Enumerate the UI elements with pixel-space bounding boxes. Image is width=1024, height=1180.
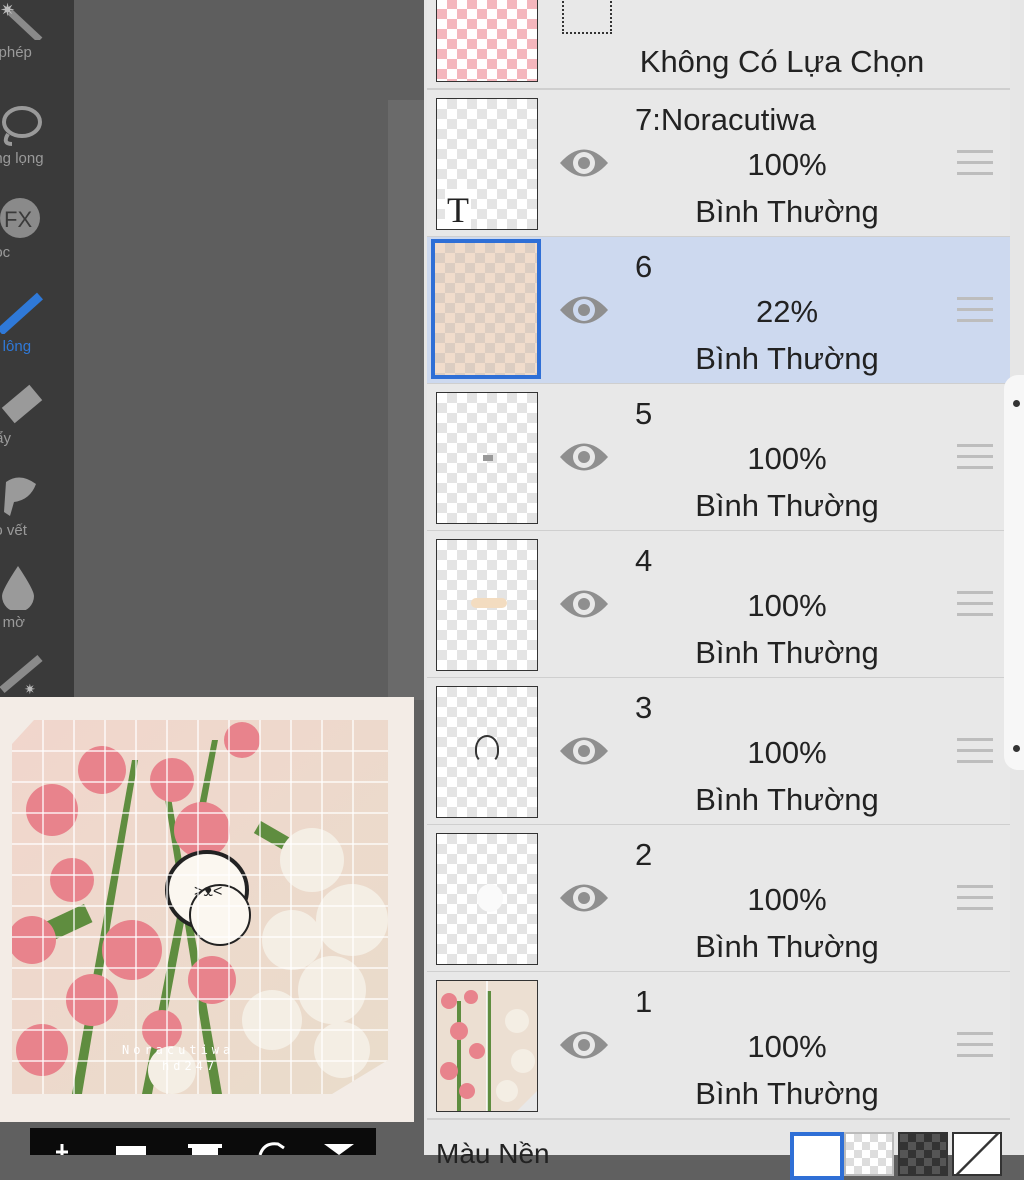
drag-handle-icon[interactable] <box>957 591 993 621</box>
layer-blend-mode: Bình Thường <box>695 194 879 229</box>
layer-name: 7:Noracutiwa <box>635 102 816 137</box>
text-layer-icon: T <box>445 189 471 230</box>
layer-thumbnail <box>436 833 538 965</box>
visibility-eye-icon[interactable] <box>558 581 610 627</box>
flower-artwork: >ᴥ< Noracutiwa hd247 <box>12 720 388 1094</box>
layer-name: 2 <box>635 837 653 872</box>
layer-blend-mode: Bình Thường <box>695 488 879 523</box>
tool-sidebar: ✷ a phép ong lọng FX Lọc út lông Tẩy ao … <box>0 0 74 700</box>
layer-blend-mode: Bình Thường <box>695 929 879 964</box>
layer-row-2[interactable]: 2 100% Bình Thường <box>427 825 1010 973</box>
visibility-eye-icon[interactable] <box>558 434 610 480</box>
layer-thumbnail <box>436 539 538 671</box>
layer-thumbnail <box>436 686 538 818</box>
tool-filter[interactable]: FX Lọc <box>0 186 74 278</box>
selection-row[interactable]: Không Có Lựa Chọn <box>427 0 1010 90</box>
drag-handle-icon[interactable] <box>957 885 993 915</box>
visibility-eye-icon[interactable] <box>558 287 610 333</box>
selection-marquee-icon <box>562 0 612 34</box>
layer-opacity: 100% <box>747 588 827 623</box>
panel-scroll-tab[interactable] <box>1004 375 1024 770</box>
bg-swatch-white[interactable] <box>790 1132 844 1180</box>
eraser-icon <box>1 384 43 424</box>
visibility-eye-icon[interactable] <box>558 875 610 921</box>
rotate-icon[interactable] <box>254 1140 294 1155</box>
layer-row-6[interactable]: 6 22% Bình Thường <box>427 237 1010 385</box>
drag-handle-icon[interactable] <box>957 1032 993 1062</box>
canvas-edge <box>388 100 424 700</box>
tool-magic-wand[interactable]: ✷ a phép <box>0 0 74 78</box>
layer-row-3[interactable]: 3 100% Bình Thường <box>427 678 1010 826</box>
layer-opacity: 100% <box>747 882 827 917</box>
layer-thumbnail: T <box>436 98 538 230</box>
drag-handle-icon[interactable] <box>957 738 993 768</box>
layer-thumbnail <box>436 980 538 1112</box>
layer-thumbnail <box>436 392 538 524</box>
canvas-preview-image[interactable]: >ᴥ< Noracutiwa hd247 <box>12 720 388 1094</box>
bottom-toolbar <box>30 1128 376 1155</box>
layer-opacity: 22% <box>755 294 819 329</box>
drag-handle-icon[interactable] <box>957 444 993 474</box>
selection-thumbnail <box>436 0 538 82</box>
layer-add-icon[interactable] <box>112 1142 152 1155</box>
layer-opacity: 100% <box>747 735 827 770</box>
layer-row-1[interactable]: 1 100% Bình Thường <box>427 972 1010 1120</box>
smudge-icon <box>4 477 36 516</box>
layer-name: 1 <box>635 984 653 1019</box>
scroll-dot-top <box>1013 400 1020 407</box>
background-label: Màu Nền <box>436 1138 550 1169</box>
visibility-eye-icon[interactable] <box>558 728 610 774</box>
layer-name: 6 <box>635 249 653 284</box>
fx-filter-icon: FX <box>0 198 40 238</box>
layer-opacity: 100% <box>747 147 827 182</box>
selection-status: Không Có Lựa Chọn <box>639 44 925 79</box>
tool-brush[interactable]: út lông <box>0 280 74 372</box>
svg-text:✷: ✷ <box>24 681 36 696</box>
lasso-icon <box>2 106 42 146</box>
visibility-eye-icon[interactable] <box>558 1022 610 1068</box>
svg-text:✷: ✷ <box>0 0 15 20</box>
merge-down-icon[interactable] <box>320 1142 360 1155</box>
layer-row-5[interactable]: 5 100% Bình Thường <box>427 384 1010 532</box>
layer-blend-mode: Bình Thường <box>695 635 879 670</box>
add-icon[interactable] <box>52 1140 72 1155</box>
bg-swatch-light-checker[interactable] <box>844 1132 894 1176</box>
layer-name: 5 <box>635 396 653 431</box>
svg-text:FX: FX <box>4 207 32 232</box>
layer-name: 3 <box>635 690 653 725</box>
background-color-row: Màu Nền <box>424 1122 1024 1180</box>
visibility-eye-icon[interactable] <box>558 140 610 186</box>
drag-handle-icon[interactable] <box>957 150 993 180</box>
tool-eraser[interactable]: Tẩy <box>0 372 74 464</box>
layer-opacity: 100% <box>747 441 827 476</box>
bg-swatch-dark-checker[interactable] <box>898 1132 948 1176</box>
canvas-area[interactable] <box>74 0 424 700</box>
scroll-dot-bottom <box>1013 745 1020 752</box>
watermark-line1: Noracutiwa <box>122 1043 234 1057</box>
tool-blur[interactable]: m mờ <box>0 556 74 648</box>
magic-wand-icon: ✷ <box>0 0 43 40</box>
layer-blend-mode: Bình Thường <box>695 341 879 376</box>
watermark-line2: hd247 <box>162 1059 218 1073</box>
tool-lasso[interactable]: ong lọng <box>0 92 74 184</box>
brush-icon <box>0 292 44 334</box>
layer-thumbnail <box>431 239 541 379</box>
layer-row-7[interactable]: T 7:Noracutiwa 100% Bình Thường <box>427 90 1010 238</box>
bg-swatch-none[interactable] <box>952 1132 1002 1176</box>
layer-opacity: 100% <box>747 1029 827 1064</box>
sparkle-brush-icon[interactable]: ✷ <box>0 650 46 696</box>
layer-row-4[interactable]: 4 100% Bình Thường <box>427 531 1010 679</box>
trash-icon[interactable] <box>184 1142 224 1155</box>
layer-blend-mode: Bình Thường <box>695 782 879 817</box>
blur-drop-icon <box>2 566 34 610</box>
layer-name: 4 <box>635 543 653 578</box>
layer-blend-mode: Bình Thường <box>695 1076 879 1111</box>
tool-smudge[interactable]: ao vết <box>0 464 74 556</box>
drag-handle-icon[interactable] <box>957 297 993 327</box>
